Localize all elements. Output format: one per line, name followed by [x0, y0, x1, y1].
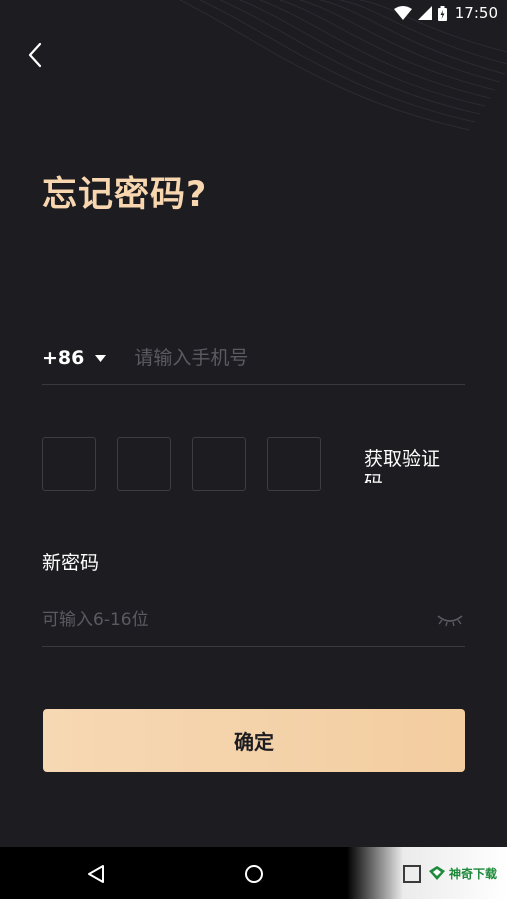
forgot-password-screen: 17:50 忘记密码? +86 获取验证码 新密码	[0, 0, 507, 899]
password-visibility-toggle[interactable]	[435, 610, 465, 630]
new-password-input[interactable]	[42, 600, 435, 640]
page-title: 忘记密码?	[42, 175, 208, 215]
code-box-4[interactable]	[267, 437, 321, 491]
chevron-left-icon	[28, 42, 42, 68]
new-password-label: 新密码	[42, 552, 100, 574]
nav-home-button[interactable]	[237, 857, 271, 891]
status-time: 17:50	[454, 4, 498, 22]
navigation-bar: 神奇下载	[0, 847, 507, 899]
confirm-button[interactable]: 确定	[43, 709, 465, 772]
nav-back-button[interactable]	[79, 857, 113, 891]
country-code-selector[interactable]: +86	[42, 347, 107, 369]
signal-icon	[417, 6, 432, 20]
code-box-3[interactable]	[192, 437, 246, 491]
caret-down-icon	[95, 354, 107, 362]
get-code-button[interactable]: 获取验证码	[364, 447, 454, 483]
phone-row: +86	[42, 332, 465, 385]
status-bar: 17:50	[0, 0, 507, 26]
wifi-icon	[393, 6, 412, 20]
watermark-text: 神奇下载	[448, 866, 497, 881]
country-code-label: +86	[42, 347, 85, 369]
battery-icon	[437, 5, 447, 21]
eye-closed-icon	[437, 615, 463, 627]
new-password-row	[42, 594, 465, 647]
phone-input[interactable]	[132, 337, 465, 379]
code-box-1[interactable]	[42, 437, 96, 491]
nav-recents-button[interactable]	[395, 857, 429, 891]
back-button[interactable]	[18, 38, 52, 72]
code-box-2[interactable]	[117, 437, 171, 491]
verification-code-row	[42, 437, 342, 492]
back-triangle-icon	[88, 865, 104, 883]
watermark-logo-icon	[428, 866, 445, 880]
home-circle-icon	[245, 865, 263, 883]
recents-square-icon	[403, 865, 421, 883]
